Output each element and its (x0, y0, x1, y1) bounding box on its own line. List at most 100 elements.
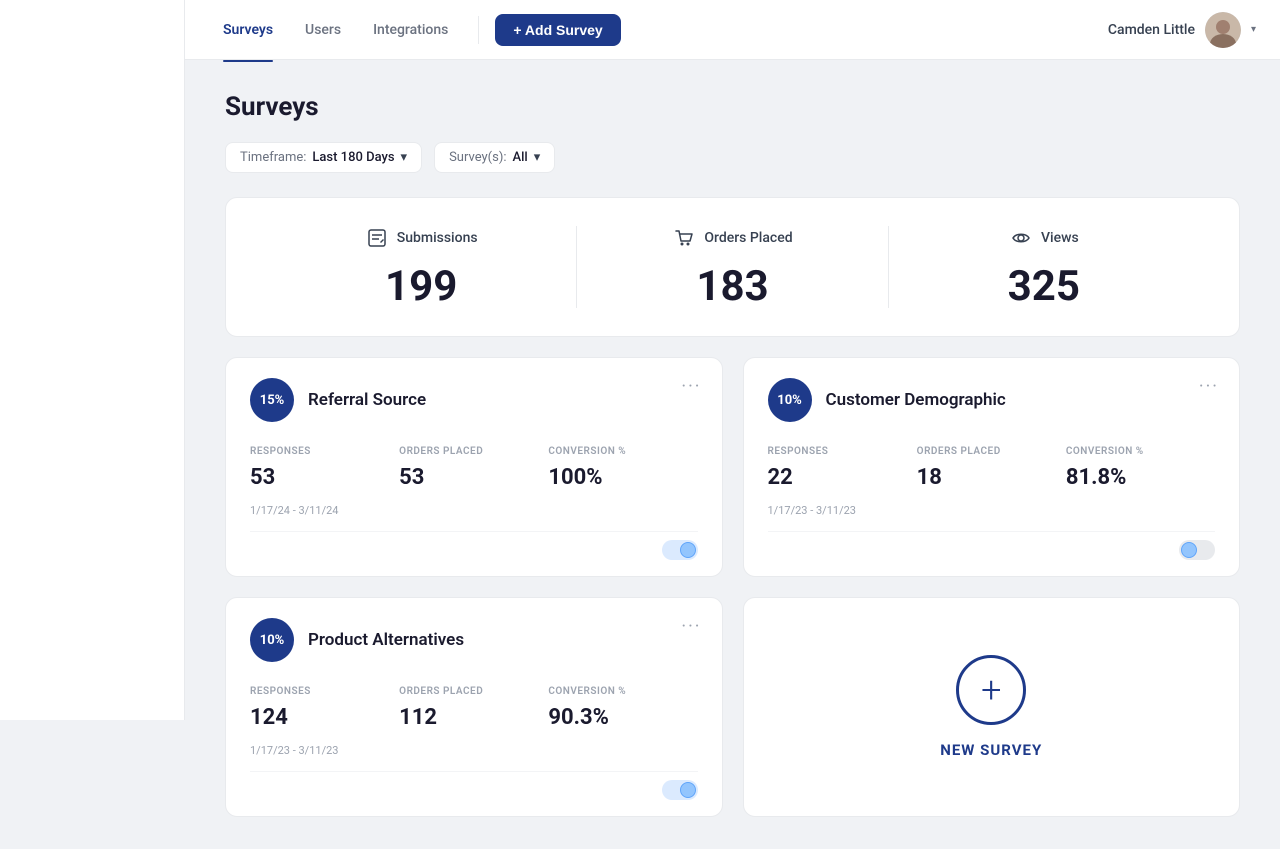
orders-value: 183 (696, 266, 768, 308)
survey-menu-demographic[interactable]: ··· (1199, 376, 1219, 397)
new-survey-icon: + (956, 655, 1026, 725)
survey-menu-product[interactable]: ··· (681, 616, 701, 637)
survey-stat-responses-referral: RESPONSES 53 (250, 446, 399, 490)
timeframe-filter[interactable]: Timeframe: Last 180 Days ▾ (225, 142, 422, 173)
responses-value-product: 124 (250, 705, 399, 730)
orders-icon (672, 226, 696, 250)
survey-card-header-product: 10% Product Alternatives (250, 618, 698, 662)
responses-label-referral: RESPONSES (250, 446, 399, 457)
orders-label: Orders Placed (704, 230, 792, 246)
survey-stat-responses-demographic: RESPONSES 22 (768, 446, 917, 490)
survey-name-demographic: Customer Demographic (826, 390, 1006, 410)
new-survey-card[interactable]: + NEW SURVEY (743, 597, 1241, 817)
survey-stat-orders-referral: ORDERS PLACED 53 (399, 446, 548, 490)
survey-toggle-referral[interactable] (662, 540, 698, 560)
timeframe-chevron: ▾ (401, 150, 408, 165)
top-navigation: Surveys Users Integrations + Add Survey … (185, 0, 1280, 60)
conversion-label-referral: CONVERSION % (548, 446, 697, 457)
responses-label-demographic: RESPONSES (768, 446, 917, 457)
surveys-filter-value: All (513, 150, 528, 165)
survey-card-customer-demographic: 10% Customer Demographic ··· RESPONSES 2… (743, 357, 1241, 577)
timeframe-label: Timeframe: (240, 150, 306, 165)
plus-icon: + (981, 672, 1001, 708)
survey-footer-demographic (768, 531, 1216, 560)
survey-footer-referral (250, 531, 698, 560)
survey-menu-referral[interactable]: ··· (681, 376, 701, 397)
submissions-label: Submissions (397, 230, 478, 246)
survey-date-product: 1/17/23 - 3/11/23 (250, 744, 698, 757)
survey-stat-orders-demographic: ORDERS PLACED 18 (917, 446, 1066, 490)
survey-stats-demographic: RESPONSES 22 ORDERS PLACED 18 CONVERSION… (768, 446, 1216, 490)
filters-row: Timeframe: Last 180 Days ▾ Survey(s): Al… (225, 142, 1240, 173)
views-label: Views (1041, 230, 1079, 246)
nav-divider (478, 16, 479, 44)
survey-badge-referral: 15% (250, 378, 294, 422)
survey-badge-demographic: 10% (768, 378, 812, 422)
conversion-value-product: 90.3% (548, 705, 697, 730)
new-survey-label: NEW SURVEY (940, 741, 1042, 759)
page-title: Surveys (225, 92, 1240, 122)
toggle-knob-demographic (1181, 542, 1197, 558)
responses-value-demographic: 22 (768, 465, 917, 490)
stat-submissions: Submissions 199 (266, 226, 576, 308)
survey-name-referral: Referral Source (308, 390, 426, 410)
conversion-value-referral: 100% (548, 465, 697, 490)
add-survey-button[interactable]: + Add Survey (495, 14, 620, 46)
toggle-knob-product (680, 782, 696, 798)
survey-name-product: Product Alternatives (308, 630, 464, 650)
survey-card-product-alternatives: 10% Product Alternatives ··· RESPONSES 1… (225, 597, 723, 817)
survey-stat-conversion-demographic: CONVERSION % 81.8% (1066, 446, 1215, 490)
timeframe-value: Last 180 Days (312, 150, 394, 165)
tab-users[interactable]: Users (291, 16, 355, 44)
orders-placed-label-demographic: ORDERS PLACED (917, 446, 1066, 457)
views-value: 325 (1008, 266, 1080, 308)
orders-placed-value-demographic: 18 (917, 465, 1066, 490)
surveys-chevron: ▾ (534, 150, 541, 165)
survey-stats-product: RESPONSES 124 ORDERS PLACED 112 CONVERSI… (250, 686, 698, 730)
avatar[interactable] (1205, 12, 1241, 48)
conversion-value-demographic: 81.8% (1066, 465, 1215, 490)
conversion-label-product: CONVERSION % (548, 686, 697, 697)
survey-card-header: 15% Referral Source (250, 378, 698, 422)
survey-toggle-demographic[interactable] (1179, 540, 1215, 560)
stat-orders: Orders Placed 183 (576, 226, 887, 308)
user-area: Camden Little ▾ (1108, 12, 1256, 48)
nav-tabs: Surveys Users Integrations + Add Survey (209, 14, 1108, 46)
user-menu-chevron[interactable]: ▾ (1251, 24, 1256, 35)
stat-orders-header: Orders Placed (672, 226, 792, 250)
submissions-value: 199 (385, 266, 457, 308)
surveys-grid: 15% Referral Source ··· RESPONSES 53 ORD… (225, 357, 1240, 817)
survey-card-referral-source: 15% Referral Source ··· RESPONSES 53 ORD… (225, 357, 723, 577)
survey-stat-conversion-product: CONVERSION % 90.3% (548, 686, 697, 730)
orders-placed-label-product: ORDERS PLACED (399, 686, 548, 697)
stats-card: Submissions 199 Orders Placed 183 (225, 197, 1240, 337)
stat-views: Views 325 (888, 226, 1199, 308)
orders-placed-label-referral: ORDERS PLACED (399, 446, 548, 457)
survey-badge-product: 10% (250, 618, 294, 662)
conversion-label-demographic: CONVERSION % (1066, 446, 1215, 457)
orders-placed-value-product: 112 (399, 705, 548, 730)
orders-placed-value-referral: 53 (399, 465, 548, 490)
survey-date-referral: 1/17/24 - 3/11/24 (250, 504, 698, 517)
tab-integrations[interactable]: Integrations (359, 16, 462, 44)
submissions-icon (365, 226, 389, 250)
survey-stat-responses-product: RESPONSES 124 (250, 686, 399, 730)
stat-submissions-header: Submissions (365, 226, 478, 250)
surveys-filter[interactable]: Survey(s): All ▾ (434, 142, 555, 173)
survey-card-header-demographic: 10% Customer Demographic (768, 378, 1216, 422)
stat-views-header: Views (1009, 226, 1079, 250)
survey-footer-product (250, 771, 698, 800)
responses-value-referral: 53 (250, 465, 399, 490)
tab-surveys[interactable]: Surveys (209, 16, 287, 44)
survey-stat-conversion-referral: CONVERSION % 100% (548, 446, 697, 490)
survey-toggle-product[interactable] (662, 780, 698, 800)
responses-label-product: RESPONSES (250, 686, 399, 697)
sidebar (0, 0, 185, 720)
survey-date-demographic: 1/17/23 - 3/11/23 (768, 504, 1216, 517)
survey-stat-orders-product: ORDERS PLACED 112 (399, 686, 548, 730)
survey-stats-referral: RESPONSES 53 ORDERS PLACED 53 CONVERSION… (250, 446, 698, 490)
surveys-filter-label: Survey(s): (449, 150, 506, 165)
main-content: Surveys Timeframe: Last 180 Days ▾ Surve… (185, 60, 1280, 849)
views-icon (1009, 226, 1033, 250)
toggle-knob-referral (680, 542, 696, 558)
